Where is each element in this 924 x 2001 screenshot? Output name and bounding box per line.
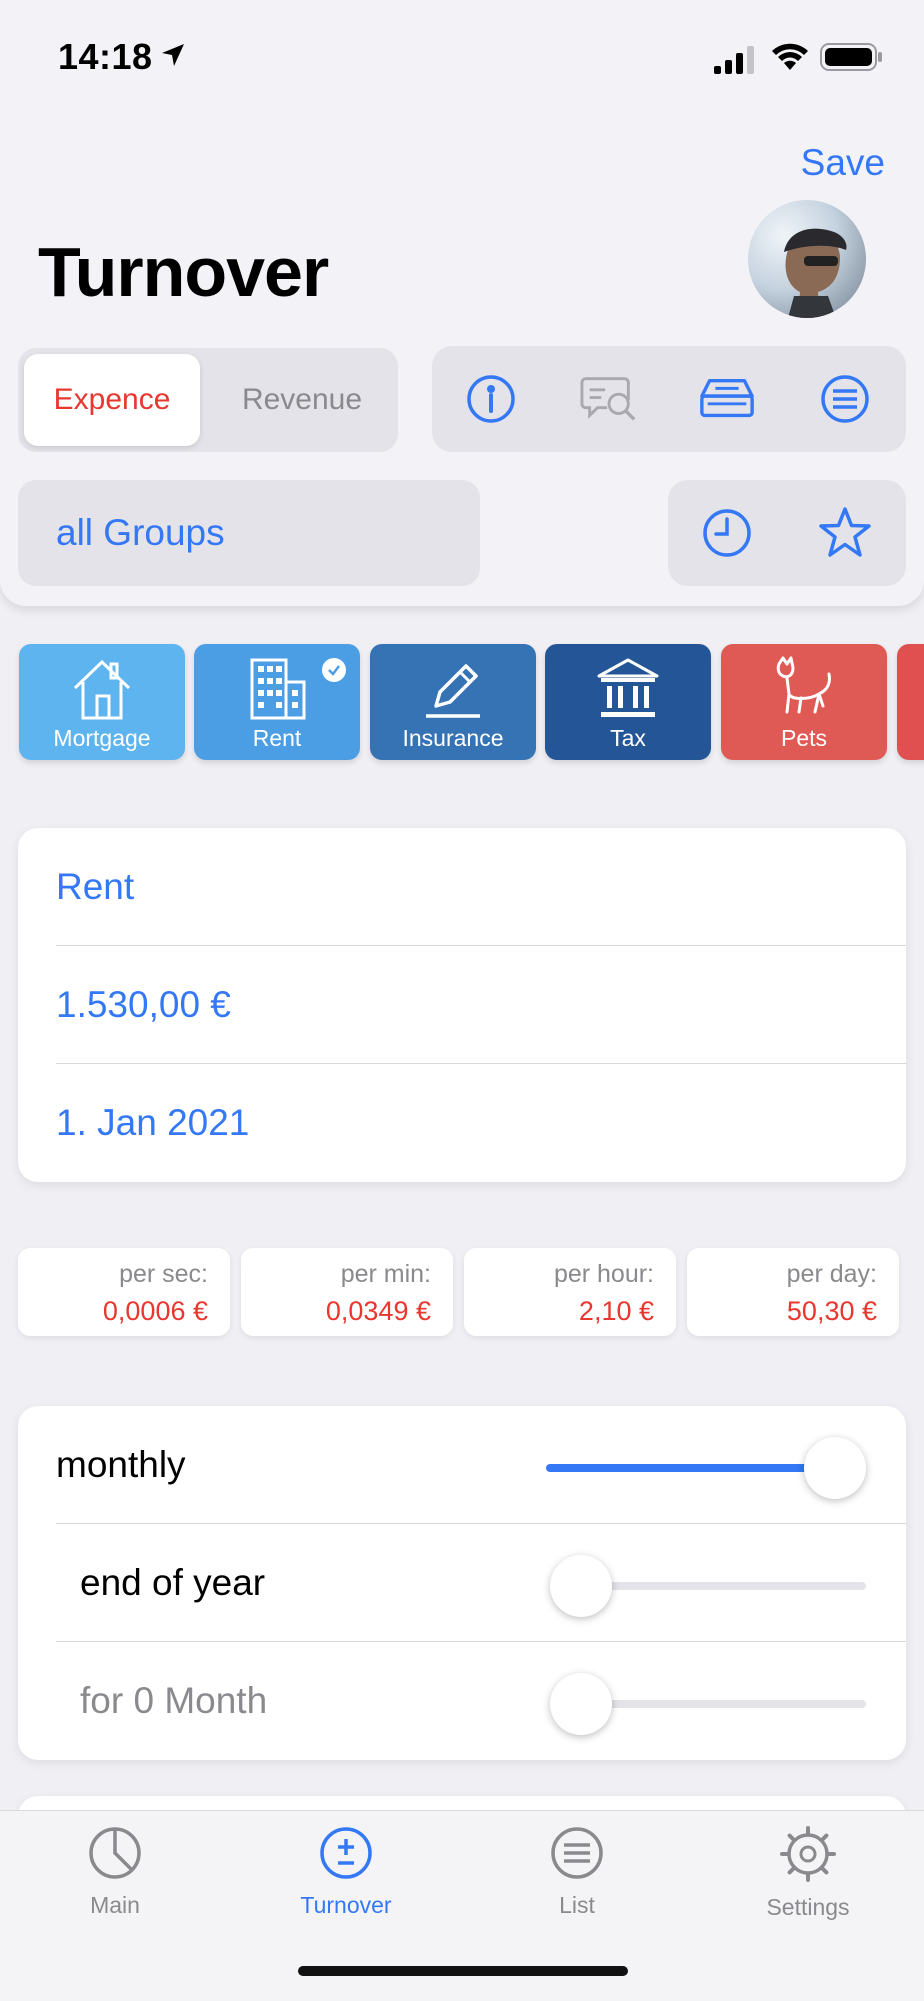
rate-value: 0,0006 €	[102, 1296, 208, 1326]
search-review-icon	[580, 377, 636, 421]
monthly-slider-track[interactable]	[546, 1464, 846, 1472]
search-review-button[interactable]	[580, 370, 638, 428]
location-arrow-icon	[162, 44, 184, 66]
building-icon	[250, 658, 306, 720]
category-label: Insurance	[402, 725, 504, 751]
entry-amount-field[interactable]: 1.530,00 €	[56, 946, 906, 1064]
toolbar-group	[432, 346, 906, 452]
cat-icon	[776, 656, 831, 714]
quick-actions-group	[668, 480, 906, 586]
recurrence-card: monthly end of year for 0 Month	[18, 1406, 906, 1760]
tab-list[interactable]: List	[487, 1825, 667, 1919]
scanner-button[interactable]	[698, 370, 756, 428]
rate-label: per sec:	[119, 1260, 208, 1288]
segment-revenue[interactable]: Revenue	[214, 354, 390, 446]
list-icon	[821, 375, 869, 423]
rate-label: per day:	[786, 1260, 877, 1288]
category-rent[interactable]: Rent	[194, 644, 360, 760]
for-months-label: for 0 Month	[80, 1680, 268, 1721]
info-icon	[467, 375, 515, 423]
tab-label: Main	[90, 1892, 140, 1918]
history-button[interactable]	[698, 504, 756, 562]
divider	[56, 1523, 906, 1524]
plus-minus-icon	[320, 1827, 372, 1879]
monthly-slider-knob[interactable]	[804, 1437, 866, 1499]
page-title: Turnover	[38, 233, 329, 311]
entry-date-field[interactable]: 1. Jan 2021	[56, 1064, 906, 1182]
end-of-year-label: end of year	[80, 1562, 266, 1603]
pie-chart-icon	[89, 1827, 141, 1879]
tab-label: Turnover	[300, 1892, 392, 1918]
pencil-icon	[426, 664, 480, 718]
rate-per-hour: per hour: 2,10 €	[464, 1248, 676, 1336]
selected-check-icon	[322, 658, 346, 682]
category-label: Tax	[610, 725, 646, 751]
category-label: Pets	[780, 725, 828, 751]
category-pets[interactable]: Pets	[721, 644, 887, 760]
gear-icon	[780, 1826, 836, 1882]
rate-per-second: per sec: 0,0006 €	[18, 1248, 230, 1336]
category-insurance[interactable]: Insurance	[370, 644, 536, 760]
end-of-year-slider-knob[interactable]	[550, 1555, 612, 1617]
type-segmented-control: Expence Revenue	[18, 348, 398, 452]
save-button[interactable]: Save	[801, 142, 885, 184]
monthly-label: monthly	[56, 1444, 186, 1485]
tab-turnover[interactable]: Turnover	[256, 1825, 436, 1919]
segment-expence[interactable]: Expence	[24, 354, 200, 446]
category-tax[interactable]: Tax	[545, 644, 711, 760]
category-next-partial[interactable]	[897, 644, 924, 760]
home-indicator	[298, 1966, 628, 1976]
rate-value: 2,10 €	[578, 1296, 654, 1326]
category-mortgage[interactable]: Mortgage	[19, 644, 185, 760]
tab-label: List	[559, 1892, 595, 1918]
tab-label: Settings	[766, 1894, 850, 1920]
tab-main[interactable]: Main	[25, 1825, 205, 1919]
favorites-button[interactable]	[816, 504, 874, 562]
rate-per-minute: per min: 0,0349 €	[241, 1248, 453, 1336]
category-label: Mortgage	[53, 725, 151, 751]
favorite-star-icon	[819, 507, 871, 557]
category-label: Rent	[252, 725, 302, 751]
cellular-signal-icon	[714, 46, 754, 74]
list-icon	[551, 1827, 603, 1879]
status-time: 14:18	[58, 36, 153, 77]
entry-form-card: Rent 1.530,00 € 1. Jan 2021	[18, 828, 906, 1182]
house-icon	[73, 659, 131, 720]
tab-settings[interactable]: Settings	[718, 1825, 898, 1921]
rate-value: 50,30 €	[786, 1296, 877, 1326]
avatar[interactable]	[748, 200, 866, 318]
battery-icon	[820, 43, 882, 71]
divider	[56, 1641, 906, 1642]
avatar-person-icon	[784, 228, 847, 318]
info-button[interactable]	[462, 370, 520, 428]
bank-icon	[597, 658, 659, 717]
scanner-icon	[700, 378, 754, 418]
history-icon	[703, 509, 751, 557]
list-menu-button[interactable]	[816, 370, 874, 428]
entry-name-field[interactable]: Rent	[56, 828, 906, 946]
for-months-slider-knob[interactable]	[550, 1673, 612, 1735]
rate-label: per min:	[340, 1260, 431, 1288]
rate-per-day: per day: 50,30 €	[687, 1248, 899, 1336]
rate-label: per hour:	[553, 1260, 654, 1288]
rate-value: 0,0349 €	[325, 1296, 431, 1326]
wifi-icon	[772, 43, 808, 70]
groups-filter-button[interactable]: all Groups	[18, 480, 480, 586]
